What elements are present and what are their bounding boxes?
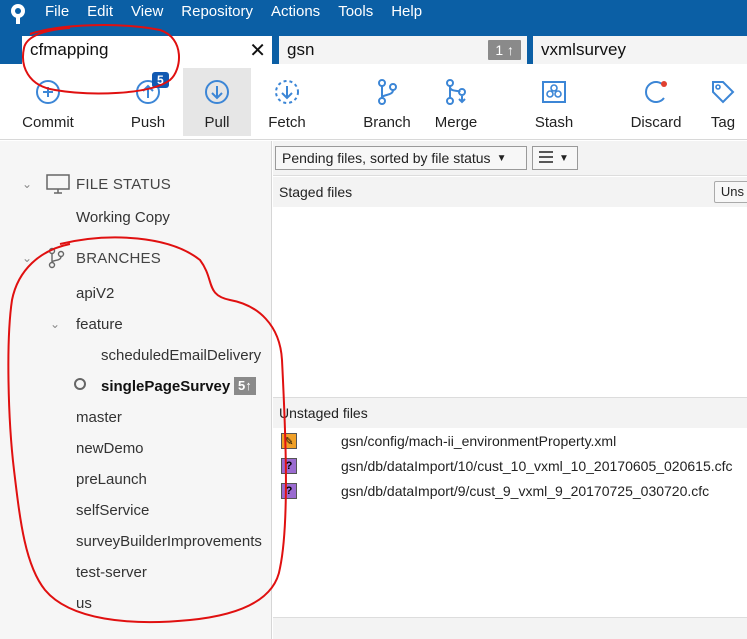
tab-label: cfmapping xyxy=(30,40,109,59)
file-path: gsn/config/mach-ii_environmentProperty.x… xyxy=(341,433,617,449)
unstage-all-button[interactable]: Uns xyxy=(713,181,747,203)
branch-item[interactable]: apiV2 xyxy=(76,285,114,302)
ahead-count-badge: 1 ↑ xyxy=(488,40,521,60)
tag-label: Tag xyxy=(710,114,736,131)
branch-item[interactable]: selfService xyxy=(76,502,149,519)
branch-item[interactable]: newDemo xyxy=(76,440,144,457)
tag-button[interactable]: Tag xyxy=(696,68,747,136)
file-path: gsn/db/dataImport/9/cust_9_vxml_9_201707… xyxy=(341,483,710,499)
toolbar: Commit 5 Push Pull Fetch Branch Merge St… xyxy=(0,64,747,140)
chevron-down-icon[interactable]: ⌄ xyxy=(50,317,60,331)
stash-label: Stash xyxy=(534,114,574,131)
branch-button[interactable]: Branch xyxy=(356,68,418,136)
pull-icon xyxy=(201,74,233,110)
branch-icon xyxy=(46,247,72,269)
tag-icon xyxy=(707,74,739,110)
tab-gsn[interactable]: gsn 1 ↑ xyxy=(279,36,527,64)
tab-label: gsn xyxy=(287,40,315,59)
pull-label: Pull xyxy=(204,114,230,131)
branch-item[interactable]: test-server xyxy=(76,564,147,581)
branch-item[interactable]: master xyxy=(76,409,122,426)
tab-label: vxmlsurvey xyxy=(541,40,627,59)
current-branch-icon xyxy=(74,378,86,390)
staged-files-list[interactable] xyxy=(273,207,747,397)
discard-label: Discard xyxy=(630,114,682,131)
staged-files-label: Staged files xyxy=(279,184,353,200)
chevron-down-icon[interactable]: ⌄ xyxy=(22,251,36,265)
menu-file[interactable]: File xyxy=(36,0,78,28)
file-sort-dropdown[interactable]: Pending files, sorted by file status ▼ xyxy=(275,146,527,170)
menu-tools[interactable]: Tools xyxy=(329,0,382,28)
fetch-button[interactable]: Fetch xyxy=(253,68,321,136)
merge-icon xyxy=(440,74,472,110)
menu-actions[interactable]: Actions xyxy=(262,0,329,28)
sidebar: ⌄ FILE STATUS Working Copy ⌄ BRANCHES ap… xyxy=(0,141,272,639)
file-row[interactable]: ? gsn/db/dataImport/9/cust_9_vxml_9_2017… xyxy=(273,479,747,503)
monitor-icon xyxy=(46,173,72,195)
branch-item[interactable]: surveyBuilderImprovements xyxy=(76,533,262,550)
repo-tab-bar: cfmapping ✕ gsn 1 ↑ vxmlsurvey xyxy=(0,28,747,64)
fetch-icon xyxy=(271,74,303,110)
untracked-icon: ? xyxy=(281,483,297,499)
sourcetree-logo-icon xyxy=(0,0,36,28)
discard-icon xyxy=(640,74,672,110)
dropdown-arrow-icon: ▼ xyxy=(496,152,507,164)
commit-icon xyxy=(32,74,64,110)
file-row[interactable]: ✎ gsn/config/mach-ii_environmentProperty… xyxy=(273,429,747,453)
untracked-icon: ? xyxy=(281,458,297,474)
stash-icon xyxy=(538,74,570,110)
list-view-icon xyxy=(539,150,553,166)
sidebar-item-working-copy[interactable]: Working Copy xyxy=(76,209,170,226)
pull-button[interactable]: Pull xyxy=(183,68,251,136)
menu-view[interactable]: View xyxy=(122,0,172,28)
branch-item[interactable]: us xyxy=(76,595,92,612)
file-status-header[interactable]: ⌄ FILE STATUS xyxy=(22,173,171,195)
stash-button[interactable]: Stash xyxy=(523,68,585,136)
branch-item[interactable]: scheduledEmailDelivery xyxy=(101,347,261,364)
file-path: gsn/db/dataImport/10/cust_10_vxml_10_201… xyxy=(341,458,733,474)
branches-header[interactable]: ⌄ BRANCHES xyxy=(22,247,161,269)
file-sort-value: Pending files, sorted by file status xyxy=(282,150,491,166)
push-button[interactable]: 5 Push xyxy=(114,68,182,136)
commit-label: Commit xyxy=(22,114,74,131)
fetch-label: Fetch xyxy=(268,114,306,131)
branch-folder-feature[interactable]: feature xyxy=(76,316,123,333)
commit-details-band xyxy=(273,617,747,639)
menu-edit[interactable]: Edit xyxy=(78,0,122,28)
push-count-badge: 5 xyxy=(152,72,169,88)
branch-item[interactable]: preLaunch xyxy=(76,471,147,488)
discard-button[interactable]: Discard xyxy=(624,68,688,136)
tab-vxmlsurvey[interactable]: vxmlsurvey xyxy=(533,36,747,64)
branches-label: BRANCHES xyxy=(76,249,161,267)
branch-icon xyxy=(371,74,403,110)
merge-button[interactable]: Merge xyxy=(425,68,487,136)
main-panel: Pending files, sorted by file status ▼ ▼… xyxy=(273,141,747,639)
commit-button[interactable]: Commit xyxy=(14,68,82,136)
menu-help[interactable]: Help xyxy=(382,0,431,28)
dropdown-arrow-icon: ▼ xyxy=(559,152,569,164)
unstaged-files-header: Unstaged files xyxy=(273,398,747,428)
branch-item-current[interactable]: singlePageSurvey xyxy=(101,378,230,395)
branch-label: Branch xyxy=(363,114,411,131)
ahead-count-badge: 5↑ xyxy=(234,377,256,395)
menu-bar: File Edit View Repository Actions Tools … xyxy=(0,0,747,28)
close-icon[interactable]: ✕ xyxy=(249,38,266,63)
merge-label: Merge xyxy=(434,114,478,131)
filter-bar: Pending files, sorted by file status ▼ ▼ xyxy=(273,141,747,176)
menu-repository[interactable]: Repository xyxy=(172,0,262,28)
push-label: Push xyxy=(130,114,166,131)
unstaged-files-label: Unstaged files xyxy=(279,405,368,421)
tab-cfmapping[interactable]: cfmapping ✕ xyxy=(22,36,272,64)
modified-icon: ✎ xyxy=(281,433,297,449)
file-row[interactable]: ? gsn/db/dataImport/10/cust_10_vxml_10_2… xyxy=(273,454,747,478)
file-status-label: FILE STATUS xyxy=(76,175,171,193)
view-mode-dropdown[interactable]: ▼ xyxy=(532,146,578,170)
chevron-down-icon[interactable]: ⌄ xyxy=(22,177,36,191)
staged-files-header: Staged files Uns xyxy=(273,177,747,207)
